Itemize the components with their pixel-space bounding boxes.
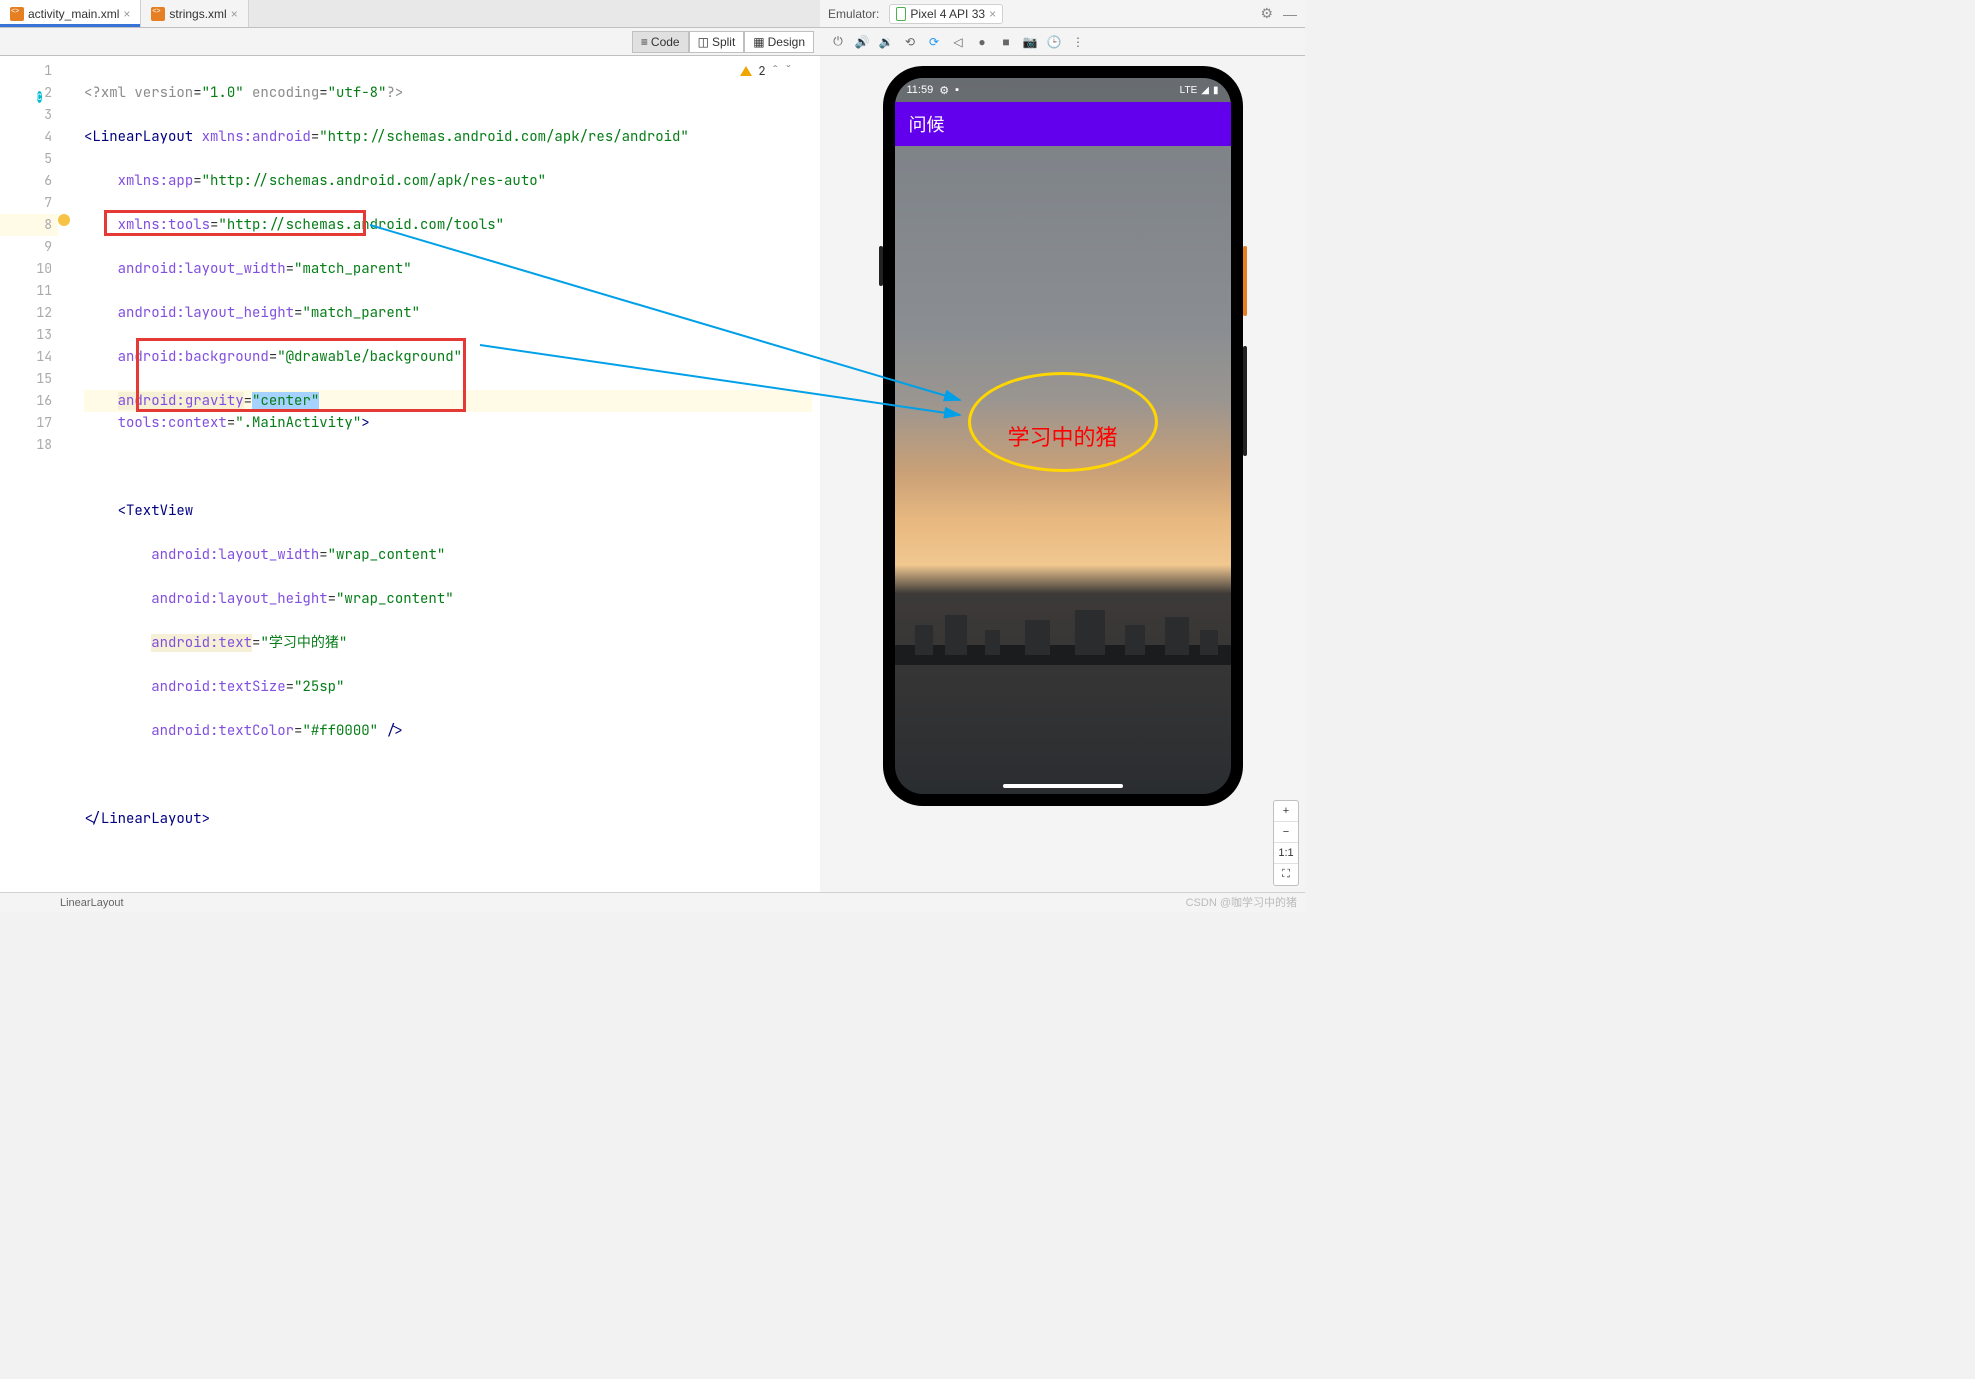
volume-up-icon[interactable]: 🔊 [854, 34, 870, 50]
tab-label: strings.xml [169, 7, 226, 21]
lte-label: LTE [1180, 85, 1198, 96]
power-icon[interactable]: ⏻ [830, 34, 846, 50]
tab-label: activity_main.xml [28, 7, 119, 21]
watermark: CSDN @咖学习中的猪 [1186, 894, 1297, 910]
warning-count: 2 [758, 60, 765, 82]
view-mode-split[interactable]: ◫Split [689, 31, 745, 53]
side-button[interactable] [879, 246, 883, 286]
class-icon: C [37, 91, 42, 103]
close-icon[interactable]: × [231, 7, 238, 21]
chevron-down-icon[interactable]: ˇ [785, 60, 792, 82]
chevron-up-icon[interactable]: ˆ [772, 60, 779, 82]
back-icon[interactable]: ◁ [950, 34, 966, 50]
app-bar: 问候 [895, 102, 1231, 146]
breadcrumb[interactable]: LinearLayout [60, 897, 124, 909]
camera-icon[interactable]: 📷 [1022, 34, 1038, 50]
editor-tabs: activity_main.xml × strings.xml × [0, 0, 820, 28]
ide-status-bar: LinearLayout [0, 892, 1305, 912]
emulator-toolbar: ⏻ 🔊 🔉 ⟲ ⟳ ◁ ● ■ 📷 🕒 ⋮ [820, 28, 1305, 55]
warning-icon [740, 66, 752, 76]
app-title: 问候 [909, 111, 945, 137]
zoom-in-button[interactable]: + [1274, 801, 1298, 822]
code-editor[interactable]: 1 2C 3 4 5 6 7 8 9 10 11 12 13 14 15 16 … [0, 56, 820, 892]
zoom-out-button[interactable]: − [1274, 822, 1298, 843]
skyline-decoration [895, 605, 1231, 665]
navigation-bar[interactable] [1003, 784, 1123, 788]
emulator-pane: 11:59 ⚙ ▪ LTE ◢ ▮ 问候 学习中的猪 [820, 56, 1305, 892]
editor-toolbar: ≡Code ◫Split ▦Design [0, 28, 820, 55]
phone-screen[interactable]: 11:59 ⚙ ▪ LTE ◢ ▮ 问候 学习中的猪 [895, 78, 1231, 794]
overview-icon[interactable]: ■ [998, 34, 1014, 50]
xml-file-icon [10, 7, 24, 21]
debug-status-icon: ▪ [955, 84, 959, 96]
volume-button[interactable] [1243, 346, 1247, 456]
battery-icon: ▮ [1213, 85, 1219, 96]
quickfix-bulb-icon[interactable] [58, 214, 70, 226]
status-time: 11:59 [907, 84, 934, 96]
zoom-controls: + − 1:1 ⛶ [1273, 800, 1299, 886]
home-icon[interactable]: ● [974, 34, 990, 50]
problems-indicator[interactable]: 2 ˆ ˇ [740, 60, 792, 82]
gear-icon[interactable]: ⚙ [1260, 5, 1273, 22]
rotate-left-icon[interactable]: ⟲ [902, 34, 918, 50]
view-mode-code[interactable]: ≡Code [632, 31, 689, 53]
device-selector[interactable]: Pixel 4 API 33 × [889, 4, 1003, 24]
status-bar: 11:59 ⚙ ▪ LTE ◢ ▮ [895, 78, 1231, 102]
emulator-label: Emulator: [828, 7, 879, 21]
line-gutter: 1 2C 3 4 5 6 7 8 9 10 11 12 13 14 15 16 … [0, 56, 58, 892]
signal-icon: ◢ [1201, 85, 1209, 96]
more-icon[interactable]: ⋮ [1070, 34, 1086, 50]
close-icon[interactable]: × [123, 7, 130, 21]
gear-status-icon: ⚙ [939, 84, 949, 97]
device-name: Pixel 4 API 33 [910, 7, 985, 21]
tab-strings[interactable]: strings.xml × [141, 0, 248, 27]
tab-activity-main[interactable]: activity_main.xml × [0, 0, 141, 27]
rotate-right-icon[interactable]: ⟳ [926, 34, 942, 50]
minimize-icon[interactable]: — [1283, 6, 1297, 22]
zoom-full-button[interactable]: ⛶ [1274, 864, 1298, 885]
view-mode-design[interactable]: ▦Design [744, 31, 814, 53]
volume-down-icon[interactable]: 🔉 [878, 34, 894, 50]
xml-file-icon [151, 7, 165, 21]
phone-frame: 11:59 ⚙ ▪ LTE ◢ ▮ 问候 学习中的猪 [883, 66, 1243, 806]
code-area[interactable]: <?xml version="1.0" encoding="utf-8"?> <… [76, 56, 820, 892]
emulator-bar: Emulator: Pixel 4 API 33 × ⚙ — [820, 0, 1305, 28]
center-textview: 学习中的猪 [1007, 420, 1117, 452]
snapshot-icon[interactable]: 🕒 [1046, 34, 1062, 50]
close-icon[interactable]: × [989, 7, 996, 21]
power-button[interactable] [1243, 246, 1247, 316]
phone-icon [896, 7, 906, 21]
zoom-fit-button[interactable]: 1:1 [1274, 843, 1298, 864]
